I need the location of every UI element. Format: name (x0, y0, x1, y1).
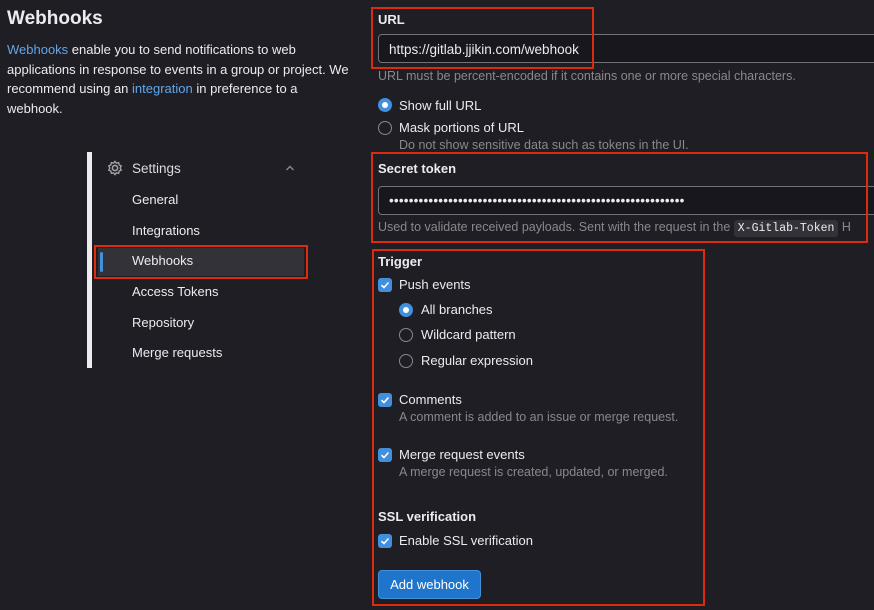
show-full-url-radio[interactable] (378, 98, 392, 112)
mask-url-radio[interactable] (378, 121, 392, 135)
page-title: Webhooks (7, 8, 103, 29)
sidebar-item-access-tokens[interactable]: Access Tokens (132, 284, 218, 299)
gear-icon (108, 160, 122, 176)
sidebar-item-merge-requests[interactable]: Merge requests (132, 345, 222, 360)
webhooks-doc-link[interactable]: Webhooks (7, 42, 68, 57)
mask-url-help: Do not show sensitive data such as token… (399, 138, 689, 152)
url-help: URL must be percent-encoded if it contai… (378, 69, 796, 83)
sidebar-item-repository[interactable]: Repository (132, 315, 194, 330)
integration-doc-link[interactable]: integration (132, 81, 193, 96)
sidebar-item-general[interactable]: General (132, 192, 178, 207)
sidebar-indicator (87, 152, 92, 368)
highlight-box-secret (371, 152, 868, 243)
highlight-box-webhooks (94, 245, 308, 279)
page-description: Webhooks enable you to send notification… (7, 40, 352, 118)
mask-url-label: Mask portions of URL (399, 120, 524, 135)
show-full-url-label: Show full URL (399, 98, 482, 113)
chevron-up-icon (286, 165, 294, 171)
highlight-box-trigger (372, 249, 705, 606)
sidebar-item-integrations[interactable]: Integrations (132, 223, 200, 238)
sidebar-section-settings[interactable]: Settings (106, 158, 298, 178)
sidebar-section-label: Settings (132, 160, 181, 176)
highlight-box-url (371, 7, 594, 69)
